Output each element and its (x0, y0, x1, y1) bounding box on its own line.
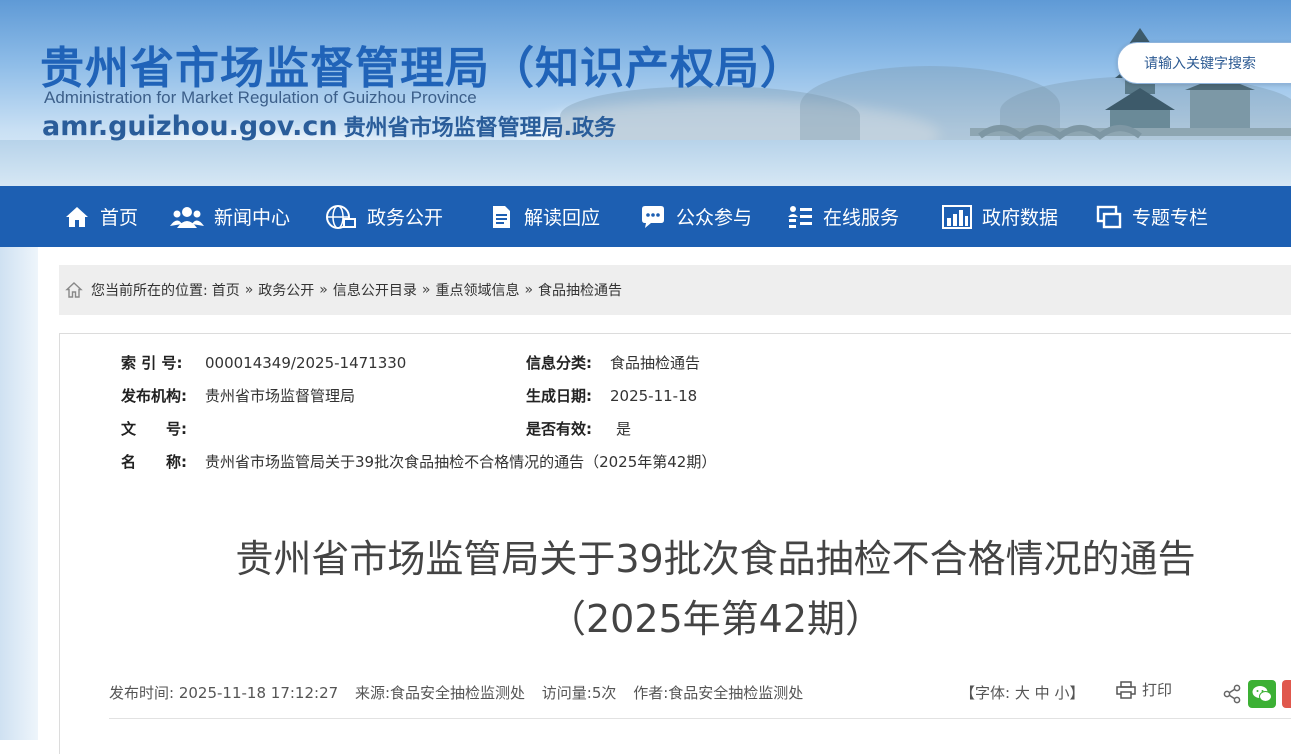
breadcrumb-separator: » (319, 282, 328, 298)
breadcrumb-separator: » (524, 282, 534, 298)
search-box[interactable] (1117, 42, 1291, 84)
site-subtitle: Administration for Market Regulation of … (44, 88, 477, 107)
domain-url: amr.guizhou.gov.cn (42, 111, 338, 142)
meta-category-value: 食品抽检通告 (610, 354, 701, 372)
breadcrumb-separator: » (421, 282, 431, 298)
meta-valid: 是否有效: 是 (526, 418, 631, 439)
meta-date: 生成日期: 2025-11-18 (526, 385, 697, 406)
site-domain: amr.guizhou.gov.cn 贵州省市场监督管理局.政务 (42, 110, 616, 142)
article-title-line2: （2025年第42期） (547, 597, 884, 641)
domain-suffix: 贵州省市场监督管理局.政务 (343, 116, 616, 141)
breadcrumb: 您当前所在的位置: 首页 » 政务公开 » 信息公开目录 » 重点领域信息 » … (59, 265, 1291, 315)
breadcrumb-key-areas[interactable]: 重点领域信息 (435, 280, 519, 300)
windows-icon (1096, 204, 1122, 230)
meta-index: 索 引 号: 000014349/2025-1471330 (121, 352, 406, 373)
nav-label: 政府数据 (982, 207, 1059, 229)
meta-name-value: 贵州省市场监管局关于39批次食品抽检不合格情况的通告（2025年第42期） (205, 453, 717, 471)
home-outline-icon (65, 281, 83, 299)
meta-publisher-value: 贵州省市场监督管理局 (205, 387, 356, 405)
main-nav: 首页 新闻中心 政务公开 解读回应 公众参与 在线服务 政府数据 专题专栏 (0, 186, 1291, 247)
nav-label: 在线服务 (823, 207, 900, 229)
info-divider (109, 718, 1291, 719)
nav-label: 首页 (100, 207, 139, 229)
home-icon (64, 204, 90, 230)
meta-category-label: 信息分类: (526, 354, 592, 372)
breadcrumb-home[interactable]: 首页 (212, 280, 240, 300)
nav-item-gov-data[interactable]: 政府数据 (942, 186, 1058, 247)
nav-label: 专题专栏 (1132, 207, 1209, 229)
font-size-close: 】 (1069, 684, 1085, 702)
wechat-share-icon[interactable] (1248, 680, 1276, 708)
nav-label: 公众参与 (676, 207, 753, 229)
font-size-control: 【字体: 大 中 小】 (960, 682, 1084, 703)
font-size-label: 【字体: (960, 684, 1011, 702)
meta-valid-label: 是否有效: (526, 420, 592, 438)
meta-index-label: 索 引 号: (121, 354, 183, 372)
meta-category: 信息分类: 食品抽检通告 (526, 352, 700, 373)
print-label: 打印 (1142, 681, 1173, 699)
meta-index-value: 000014349/2025-1471330 (205, 354, 407, 372)
article-info: 发布时间: 2025-11-18 17:12:27 来源:食品安全抽检监测处 访… (109, 682, 803, 703)
chat-icon (640, 204, 666, 230)
meta-date-label: 生成日期: (526, 387, 592, 405)
nav-item-gov-affairs[interactable]: 政务公开 (325, 186, 443, 247)
page-side-decoration (0, 247, 38, 740)
globe-icon (325, 204, 357, 230)
publish-time-label: 发布时间: (109, 684, 175, 702)
breadcrumb-prefix: 您当前所在的位置: (91, 283, 208, 299)
font-medium-button[interactable]: 中 (1035, 684, 1050, 702)
document-icon (488, 204, 514, 230)
meta-docno: 文 号: (121, 418, 205, 439)
nav-item-home[interactable]: 首页 (64, 186, 138, 247)
nav-label: 解读回应 (524, 207, 601, 229)
views-count: 5次 (591, 684, 617, 702)
source: 食品安全抽检监测处 (390, 684, 526, 702)
search-input[interactable] (1142, 52, 1291, 76)
breadcrumb-food-inspection[interactable]: 食品抽检通告 (538, 280, 622, 300)
views-label: 访问量: (541, 684, 592, 702)
list-icon (787, 204, 813, 230)
breadcrumb-catalog[interactable]: 信息公开目录 (333, 280, 417, 300)
font-large-button[interactable]: 大 (1015, 684, 1030, 702)
nav-item-participation[interactable]: 公众参与 (640, 186, 752, 247)
printer-icon (1116, 680, 1136, 699)
nav-label: 新闻中心 (214, 207, 291, 229)
source-label: 来源: (354, 684, 390, 702)
nav-label: 政务公开 (367, 207, 444, 229)
bar-chart-icon (942, 204, 972, 230)
meta-valid-value: 是 (616, 420, 632, 438)
breadcrumb-separator: » (244, 282, 254, 298)
meta-docno-label: 文 号: (121, 420, 187, 438)
meta-publisher: 发布机构: 贵州省市场监督管理局 (121, 385, 355, 406)
nav-item-online-service[interactable]: 在线服务 (787, 186, 899, 247)
meta-date-value: 2025-11-18 (610, 387, 698, 405)
site-title: 贵州省市场监督管理局（知识产权局） (40, 43, 805, 94)
site-banner: 贵州省市场监督管理局（知识产权局） Administration for Mar… (0, 0, 1291, 186)
author: 食品安全抽检监测处 (668, 684, 804, 702)
weibo-share-icon[interactable] (1282, 680, 1291, 708)
print-button[interactable]: 打印 (1116, 679, 1172, 700)
font-small-button[interactable]: 小 (1054, 684, 1069, 702)
nav-item-news[interactable]: 新闻中心 (170, 186, 290, 247)
author-label: 作者: (633, 684, 669, 702)
nav-item-special-topics[interactable]: 专题专栏 (1096, 186, 1208, 247)
pavilion-illustration (970, 28, 1291, 140)
share-icon[interactable] (1222, 684, 1242, 704)
publish-time: 2025-11-18 17:12:27 (178, 684, 339, 702)
meta-name-label: 名 称: (121, 453, 187, 471)
meta-publisher-label: 发布机构: (121, 387, 187, 405)
article-title-line1: 贵州省市场监管局关于39批次食品抽检不合格情况的通告 (235, 537, 1196, 581)
breadcrumb-gov-affairs[interactable]: 政务公开 (258, 280, 314, 300)
meta-name: 名 称: 贵州省市场监管局关于39批次食品抽检不合格情况的通告（2025年第42期… (121, 451, 716, 472)
nav-item-interpretation[interactable]: 解读回应 (488, 186, 600, 247)
people-icon (170, 204, 204, 230)
